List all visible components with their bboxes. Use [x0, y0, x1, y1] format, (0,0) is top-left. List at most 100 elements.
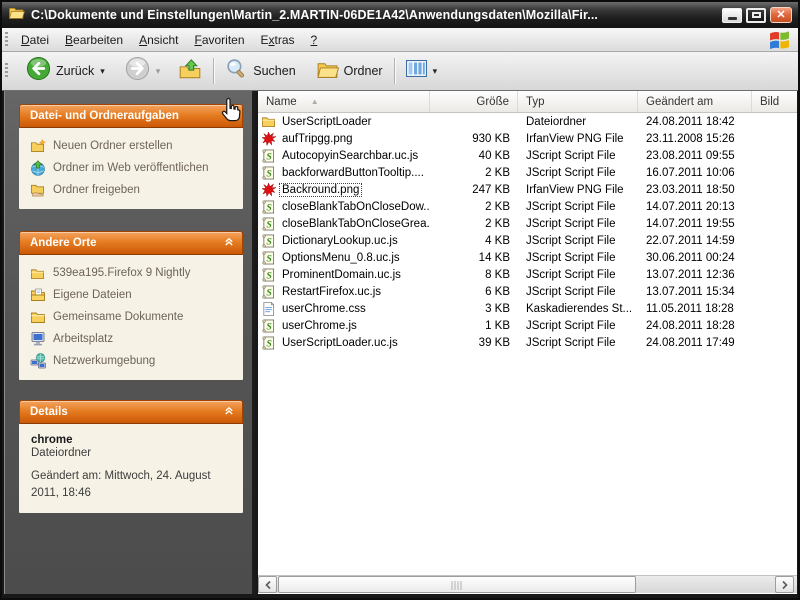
file-row[interactable]: SbackforwardButtonTooltip....2 KBJScript…: [258, 164, 797, 181]
title-bar[interactable]: C:\Dokumente und Einstellungen\Martin_2.…: [2, 2, 798, 28]
views-button[interactable]: ▾: [401, 57, 443, 85]
file-size: 8 KB: [430, 269, 518, 281]
file-row[interactable]: ScloseBlankTabOnCloseDow...2 KBJScript S…: [258, 198, 797, 215]
file-name-cell[interactable]: Backround.png: [258, 182, 430, 197]
folders-icon: [316, 59, 339, 84]
chevron-down-icon[interactable]: ▾: [433, 66, 438, 77]
menu-item-favoriten[interactable]: Favoriten: [186, 30, 252, 50]
chevron-down-icon[interactable]: ▾: [156, 66, 161, 77]
folders-button[interactable]: Ordner: [311, 56, 388, 87]
toolbar: Zurück ▾ ▾ Suchen Ordner: [2, 52, 798, 91]
chevron-up-icon[interactable]: [224, 234, 234, 252]
file-name-cell[interactable]: userChrome.css: [258, 301, 430, 316]
file-name[interactable]: aufTripgg.png: [280, 133, 355, 145]
panel-header-details[interactable]: Details: [19, 400, 243, 424]
file-name[interactable]: userChrome.js: [280, 320, 359, 332]
file-row[interactable]: aufTripgg.png930 KBIrfanView PNG File23.…: [258, 130, 797, 147]
sidebar-item-label: Arbeitsplatz: [53, 333, 113, 345]
file-name-cell[interactable]: UserScriptLoader: [258, 114, 430, 129]
column-header-ge-ndert-am[interactable]: Geändert am: [638, 91, 752, 112]
sidebar-item-neuen-ordner-erstellen[interactable]: Neuen Ordner erstellen: [27, 135, 237, 157]
file-row[interactable]: userChrome.css3 KBKaskadierendes St...11…: [258, 300, 797, 317]
file-row[interactable]: SOptionsMenu_0.8.uc.js14 KBJScript Scrip…: [258, 249, 797, 266]
file-name[interactable]: RestartFirefox.uc.js: [280, 286, 383, 298]
menu-item-extras[interactable]: Extras: [253, 30, 303, 50]
file-row[interactable]: SAutocopyinSearchbar.uc.js40 KBJScript S…: [258, 147, 797, 164]
toolbar-grip[interactable]: [5, 32, 8, 48]
file-name[interactable]: Backround.png: [280, 184, 361, 196]
menu-item-ansicht[interactable]: Ansicht: [131, 30, 186, 50]
search-button[interactable]: Suchen: [220, 54, 300, 88]
file-name-cell[interactable]: SRestartFirefox.uc.js: [258, 284, 430, 299]
file-row[interactable]: SUserScriptLoader.uc.js39 KBJScript Scri…: [258, 334, 797, 351]
menu-item-bearbeiten[interactable]: Bearbeiten: [57, 30, 131, 50]
file-row[interactable]: SProminentDomain.uc.js8 KBJScript Script…: [258, 266, 797, 283]
file-name[interactable]: ProminentDomain.uc.js: [280, 269, 403, 281]
file-name-cell[interactable]: S AutocopyinSearchbar.uc.js: [258, 148, 430, 163]
up-button[interactable]: [173, 54, 207, 89]
scroll-left-button[interactable]: [258, 576, 277, 593]
menu-item-hilfe[interactable]: ?: [303, 30, 326, 50]
file-name[interactable]: closeBlankTabOnCloseGrea...: [280, 218, 430, 230]
scroll-right-button[interactable]: [775, 576, 794, 593]
sidebar-item-ordner-im-web-ver-ffentlichen[interactable]: Ordner im Web veröffentlichen: [27, 157, 237, 179]
file-row[interactable]: SDictionaryLookup.uc.js4 KBJScript Scrip…: [258, 232, 797, 249]
file-row[interactable]: Backround.png247 KBIrfanView PNG File23.…: [258, 181, 797, 198]
column-label: Größe: [476, 96, 509, 108]
file-name[interactable]: userChrome.css: [280, 303, 368, 315]
file-name-cell[interactable]: SUserScriptLoader.uc.js: [258, 335, 430, 350]
file-name-cell[interactable]: aufTripgg.png: [258, 131, 430, 146]
file-modified: 16.07.2011 10:06: [638, 167, 752, 179]
back-button[interactable]: Zurück ▾: [21, 53, 110, 89]
details-modified: Geändert am: Mittwoch, 24. August 2011, …: [27, 468, 237, 505]
forward-button[interactable]: ▾: [120, 53, 166, 89]
menu-item-label: earbeiten: [73, 33, 123, 47]
menu-item-datei[interactable]: Datei: [13, 30, 57, 50]
jscript-icon: S: [261, 148, 276, 163]
file-name-cell[interactable]: ScloseBlankTabOnCloseDow...: [258, 199, 430, 214]
scroll-thumb[interactable]: [278, 576, 636, 593]
file-name-cell[interactable]: ScloseBlankTabOnCloseGrea...: [258, 216, 430, 231]
sidebar-item-label: Neuen Ordner erstellen: [53, 140, 173, 152]
chevron-down-icon[interactable]: ▾: [100, 66, 105, 77]
svg-text:S: S: [266, 236, 272, 247]
column-header-bild[interactable]: Bild: [752, 91, 797, 112]
file-name[interactable]: OptionsMenu_0.8.uc.js: [280, 252, 402, 264]
minimize-button[interactable]: [722, 8, 742, 23]
sidebar-item-539ea195-firefox-9-nightly[interactable]: 539ea195.Firefox 9 Nightly: [27, 262, 237, 284]
jscript-icon: S: [261, 250, 276, 265]
file-name[interactable]: AutocopyinSearchbar.uc.js: [280, 150, 420, 162]
close-button[interactable]: ✕: [770, 7, 792, 23]
panel-header-file-tasks[interactable]: Datei- und Ordneraufgaben: [19, 104, 243, 128]
file-row[interactable]: UserScriptLoaderDateiordner24.08.2011 18…: [258, 113, 797, 130]
file-name-cell[interactable]: SbackforwardButtonTooltip....: [258, 165, 430, 180]
file-name-cell[interactable]: S OptionsMenu_0.8.uc.js: [258, 250, 430, 265]
sidebar-item-arbeitsplatz[interactable]: Arbeitsplatz: [27, 328, 237, 350]
maximize-button[interactable]: [746, 8, 766, 23]
column-header-gr-e[interactable]: Größe: [430, 91, 518, 112]
file-row[interactable]: ScloseBlankTabOnCloseGrea...2 KBJScript …: [258, 215, 797, 232]
chevron-up-icon[interactable]: [224, 403, 234, 421]
file-name-cell[interactable]: SuserChrome.js: [258, 318, 430, 333]
file-name-cell[interactable]: S DictionaryLookup.uc.js: [258, 233, 430, 248]
toolbar-grip[interactable]: [5, 63, 8, 79]
file-name[interactable]: backforwardButtonTooltip....: [280, 167, 426, 179]
file-name[interactable]: UserScriptLoader: [280, 116, 373, 128]
file-name[interactable]: closeBlankTabOnCloseDow...: [280, 201, 430, 213]
file-name-cell[interactable]: SProminentDomain.uc.js: [258, 267, 430, 282]
file-name[interactable]: UserScriptLoader.uc.js: [280, 337, 400, 349]
sidebar-item-netzwerkumgebung[interactable]: Netzwerkumgebung: [27, 350, 237, 372]
file-row[interactable]: SRestartFirefox.uc.js6 KBJScript Script …: [258, 283, 797, 300]
chevron-up-icon[interactable]: [224, 107, 234, 125]
sidebar-item-ordner-freigeben[interactable]: Ordner freigeben: [27, 179, 237, 201]
file-name[interactable]: DictionaryLookup.uc.js: [280, 235, 400, 247]
sidebar-item-eigene-dateien[interactable]: Eigene Dateien: [27, 284, 237, 306]
file-row[interactable]: SuserChrome.js1 KBJScript Script File24.…: [258, 317, 797, 334]
column-header-name[interactable]: Name▲: [258, 91, 430, 112]
sidebar-item-gemeinsame-dokumente[interactable]: Gemeinsame Dokumente: [27, 306, 237, 328]
panel-header-other-places[interactable]: Andere Orte: [19, 231, 243, 255]
panel-title: Details: [30, 406, 224, 418]
sidebar-item-label: Gemeinsame Dokumente: [53, 311, 183, 323]
column-header-typ[interactable]: Typ: [518, 91, 638, 112]
horizontal-scrollbar[interactable]: [258, 575, 797, 593]
